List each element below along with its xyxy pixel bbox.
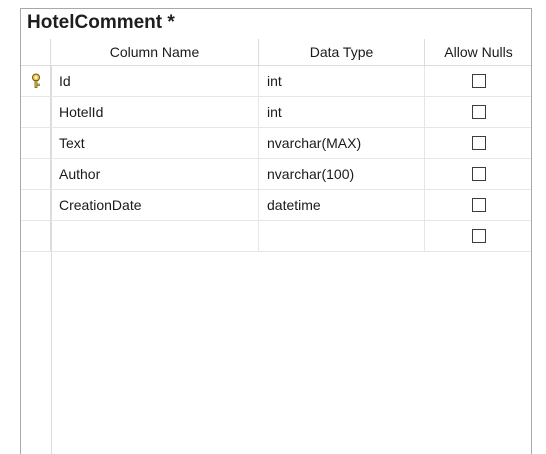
- allow-nulls-checkbox[interactable]: [472, 167, 486, 181]
- data-type-cell[interactable]: [259, 221, 425, 251]
- row-selector[interactable]: [21, 221, 51, 251]
- table-row[interactable]: Text nvarchar(MAX): [21, 128, 531, 159]
- data-type-cell[interactable]: int: [259, 97, 425, 127]
- row-selector[interactable]: [21, 97, 51, 127]
- column-name-cell[interactable]: CreationDate: [51, 190, 259, 220]
- table-row[interactable]: HotelId int: [21, 97, 531, 128]
- allow-nulls-cell: [425, 190, 532, 220]
- data-type-cell[interactable]: int: [259, 66, 425, 96]
- allow-nulls-checkbox[interactable]: [472, 229, 486, 243]
- key-icon: [32, 73, 40, 88]
- allow-nulls-cell: [425, 128, 532, 158]
- column-name-header[interactable]: Column Name: [51, 39, 259, 65]
- allow-nulls-cell: [425, 159, 532, 189]
- table-row[interactable]: Author nvarchar(100): [21, 159, 531, 190]
- column-name-cell[interactable]: Id: [51, 66, 259, 96]
- row-selector[interactable]: [21, 159, 51, 189]
- row-selector-header: [21, 39, 51, 65]
- column-name-cell[interactable]: HotelId: [51, 97, 259, 127]
- table-title: HotelComment *: [27, 12, 175, 33]
- allow-nulls-checkbox[interactable]: [472, 198, 486, 212]
- allow-nulls-checkbox[interactable]: [472, 74, 486, 88]
- data-type-header[interactable]: Data Type: [259, 39, 425, 65]
- data-type-cell[interactable]: nvarchar(MAX): [259, 128, 425, 158]
- row-selector[interactable]: [21, 190, 51, 220]
- table-designer-panel: HotelComment * Column Name Data Type All…: [20, 8, 532, 454]
- column-name-cell[interactable]: Author: [51, 159, 259, 189]
- row-selector[interactable]: [21, 66, 51, 96]
- data-type-cell[interactable]: nvarchar(100): [259, 159, 425, 189]
- columns-grid: Id int HotelId int Text nvarchar(MAX) Au…: [21, 66, 531, 252]
- allow-nulls-cell: [425, 66, 532, 96]
- allow-nulls-checkbox[interactable]: [472, 136, 486, 150]
- data-type-cell[interactable]: datetime: [259, 190, 425, 220]
- table-row[interactable]: Id int: [21, 66, 531, 97]
- allow-nulls-cell: [425, 97, 532, 127]
- column-name-cell[interactable]: Text: [51, 128, 259, 158]
- allow-nulls-cell: [425, 221, 532, 251]
- table-row[interactable]: CreationDate datetime: [21, 190, 531, 221]
- row-selector[interactable]: [21, 128, 51, 158]
- column-header-row: Column Name Data Type Allow Nulls: [21, 39, 531, 66]
- column-name-cell[interactable]: [51, 221, 259, 251]
- allow-nulls-checkbox[interactable]: [472, 105, 486, 119]
- allow-nulls-header[interactable]: Allow Nulls: [425, 39, 532, 65]
- table-row-new[interactable]: [21, 221, 531, 252]
